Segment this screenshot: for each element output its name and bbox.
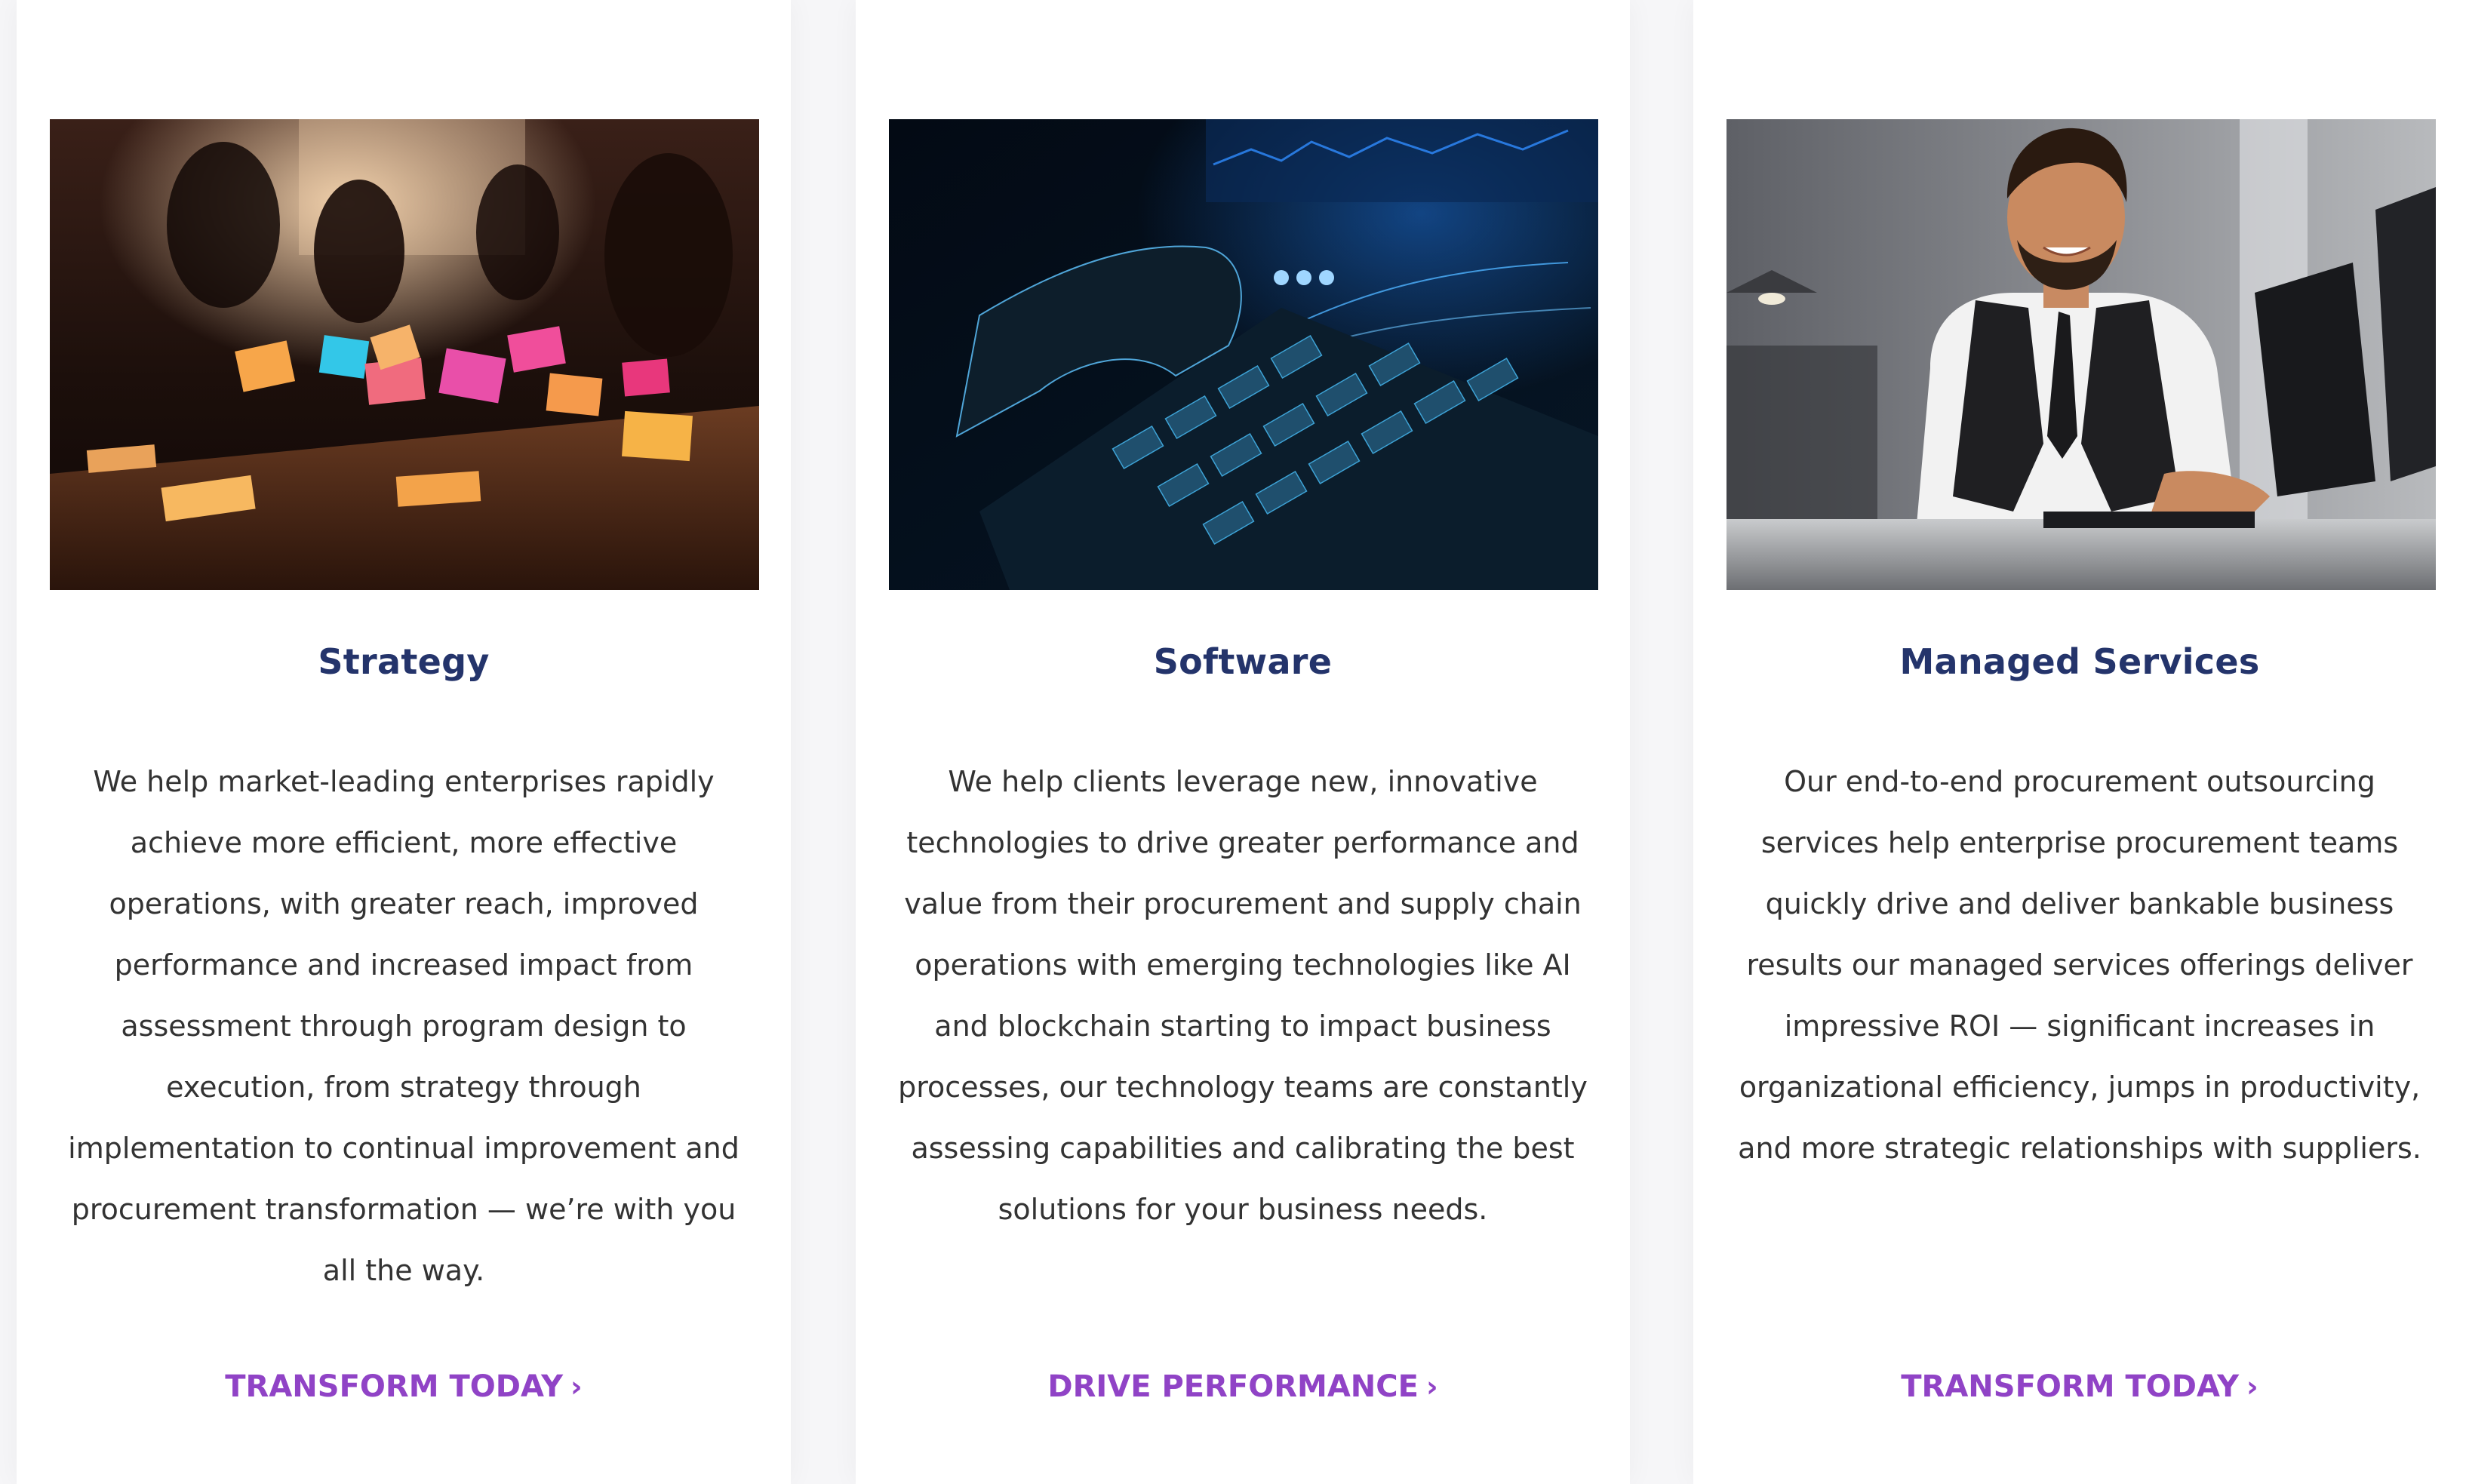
card-description: We help market-leading enterprises rapid…	[68, 765, 739, 1287]
cta-label: TRANSFORM TODAY	[1901, 1369, 2240, 1404]
card-title: Strategy	[318, 641, 490, 682]
software-image	[889, 119, 1598, 590]
drive-performance-link[interactable]: DRIVE PERFORMANCE ›	[856, 1369, 1630, 1404]
transform-today-link[interactable]: TRANSFORM TODAY ›	[1693, 1369, 2466, 1404]
chevron-right-icon: ›	[1425, 1370, 1438, 1403]
service-card-software: Software We help clients leverage new, i…	[856, 0, 1630, 1484]
cta-label: TRANSFORM TODAY	[225, 1369, 564, 1404]
cta-label: DRIVE PERFORMANCE	[1047, 1369, 1419, 1404]
card-description: Our end-to-end procurement outsourcing s…	[1738, 765, 2421, 1165]
card-title: Software	[1153, 641, 1333, 682]
card-title: Managed Services	[1899, 641, 2260, 682]
strategy-image	[50, 119, 759, 590]
chevron-right-icon: ›	[2246, 1370, 2258, 1403]
service-card-managed-services: Managed Services Our end-to-end procurem…	[1693, 0, 2466, 1484]
service-card-strategy: Strategy We help market-leading enterpri…	[17, 0, 791, 1484]
chevron-right-icon: ›	[570, 1370, 583, 1403]
transform-today-link[interactable]: TRANSFORM TODAY ›	[17, 1369, 791, 1404]
card-description: We help clients leverage new, innovative…	[898, 765, 1588, 1226]
services-section: Strategy We help market-leading enterpri…	[0, 0, 2466, 1484]
managed-services-image	[1727, 119, 2436, 590]
